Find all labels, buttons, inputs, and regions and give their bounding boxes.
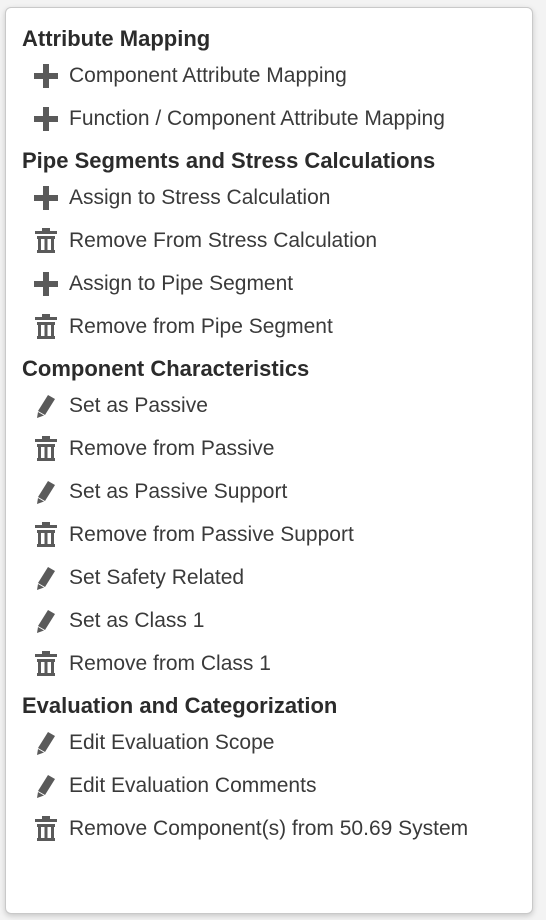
menu-item-label: Remove From Stress Calculation — [69, 228, 378, 252]
context-menu: Attribute Mapping Component Attribute Map… — [5, 7, 533, 914]
trash-icon — [30, 433, 62, 465]
menu-item-label: Remove from Passive Support — [69, 522, 354, 546]
menu-item-label: Set as Passive Support — [69, 479, 288, 503]
menu-item-label: Set Safety Related — [69, 565, 245, 589]
trash-icon — [30, 813, 62, 845]
menu-item-label: Edit Evaluation Comments — [69, 773, 317, 797]
trash-icon — [30, 648, 62, 680]
trash-icon — [30, 311, 62, 343]
menu-item[interactable]: Set as Class 1 — [6, 599, 532, 642]
menu-item[interactable]: Edit Evaluation Comments — [6, 764, 532, 807]
pencil-icon — [30, 770, 62, 802]
pencil-icon — [30, 605, 62, 637]
menu-item[interactable]: Function / Component Attribute Mapping — [6, 97, 532, 140]
menu-item[interactable]: Remove from Passive Support — [6, 513, 532, 556]
section-title: Attribute Mapping — [22, 26, 211, 51]
menu-item[interactable]: Set as Passive — [6, 384, 532, 427]
menu-item-label: Assign to Pipe Segment — [69, 271, 294, 295]
menu-item[interactable]: Assign to Stress Calculation — [6, 176, 532, 219]
pencil-icon — [30, 476, 62, 508]
menu-item[interactable]: Assign to Pipe Segment — [6, 262, 532, 305]
plus-icon — [30, 182, 62, 214]
menu-item-label: Edit Evaluation Scope — [69, 730, 275, 754]
menu-item[interactable]: Remove from Pipe Segment — [6, 305, 532, 348]
menu-item-label: Set as Class 1 — [69, 608, 205, 632]
menu-item[interactable]: Set Safety Related — [6, 556, 532, 599]
trash-icon — [30, 519, 62, 551]
plus-icon — [30, 268, 62, 300]
pencil-icon — [30, 390, 62, 422]
trash-icon — [30, 225, 62, 257]
menu-item[interactable]: Remove From Stress Calculation — [6, 219, 532, 262]
menu-item-label: Component Attribute Mapping — [69, 63, 347, 87]
pencil-icon — [30, 562, 62, 594]
menu-item[interactable]: Set as Passive Support — [6, 470, 532, 513]
pencil-icon — [30, 727, 62, 759]
menu-item[interactable]: Remove Component(s) from 50.69 System — [6, 807, 532, 850]
menu-item-label: Remove from Pipe Segment — [69, 314, 333, 338]
menu-item[interactable]: Remove from Passive — [6, 427, 532, 470]
menu-item-label: Function / Component Attribute Mapping — [69, 106, 445, 130]
plus-icon — [30, 103, 62, 135]
plus-icon — [30, 60, 62, 92]
menu-item-label: Set as Passive — [69, 393, 208, 417]
menu-item[interactable]: Component Attribute Mapping — [6, 54, 532, 97]
menu-item[interactable]: Remove from Class 1 — [6, 642, 532, 685]
section-title: Component Characteristics — [22, 356, 310, 381]
menu-item-label: Remove from Passive — [69, 436, 275, 460]
section-title: Evaluation and Categorization — [22, 693, 338, 718]
section-title: Pipe Segments and Stress Calculations — [22, 148, 436, 173]
menu-item-label: Remove Component(s) from 50.69 System — [69, 816, 469, 840]
menu-item[interactable]: Edit Evaluation Scope — [6, 721, 532, 764]
menu-item-label: Remove from Class 1 — [69, 651, 271, 675]
menu-item-label: Assign to Stress Calculation — [69, 185, 331, 209]
